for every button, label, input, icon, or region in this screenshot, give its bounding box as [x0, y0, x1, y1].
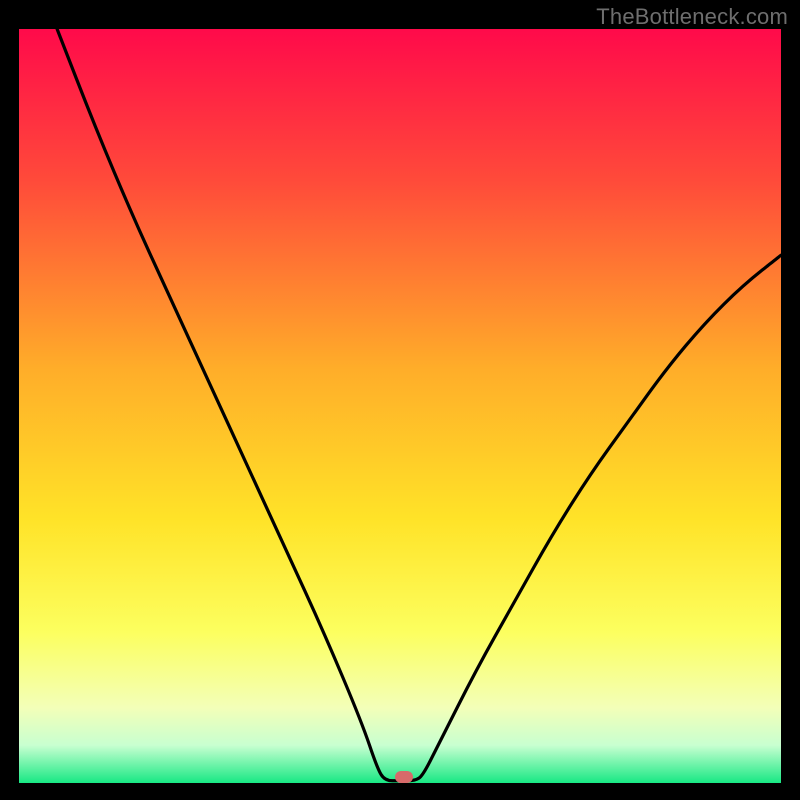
plot-area [19, 29, 781, 783]
gradient-background [19, 29, 781, 783]
plot-svg [19, 29, 781, 783]
chart-container: TheBottleneck.com [0, 0, 800, 800]
optimal-point-marker [395, 771, 413, 783]
watermark-text: TheBottleneck.com [596, 4, 788, 30]
